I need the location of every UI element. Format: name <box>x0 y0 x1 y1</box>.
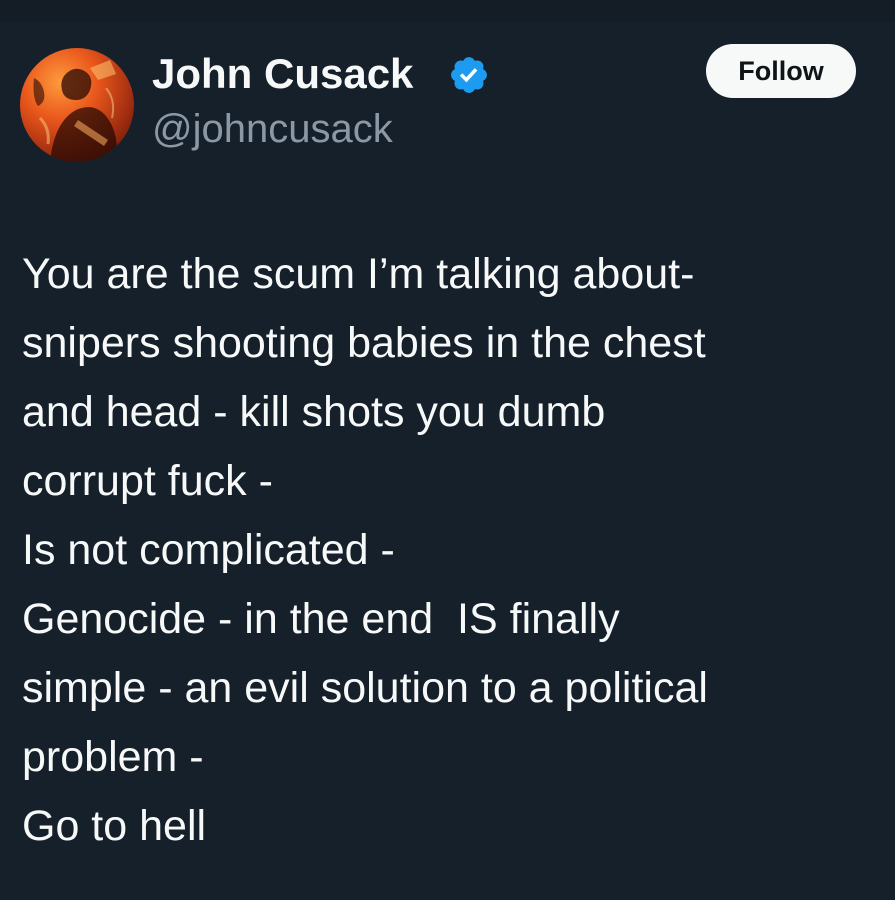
tweet-text-line: simple - an evil solution to a political <box>22 664 708 712</box>
author-avatar[interactable] <box>20 48 134 162</box>
tweet-text-line: Go to hell <box>22 802 207 850</box>
follow-button[interactable]: Follow <box>706 44 856 98</box>
top-bar <box>0 0 895 22</box>
verified-badge-icon <box>451 57 487 93</box>
tweet-text-line: snipers shooting babies in the chest <box>22 319 706 367</box>
tweet-text: You are the scum I’m talking about- snip… <box>22 240 882 861</box>
tweet-text-line: You are the scum I’m talking about- <box>22 250 695 298</box>
author-handle[interactable]: @johncusack <box>152 106 393 152</box>
author-name[interactable]: John Cusack <box>152 50 413 98</box>
tweet-text-line: and head - kill shots you dumb <box>22 388 606 436</box>
tweet-text-line: corrupt fuck - <box>22 457 273 505</box>
profile-avatar-icon <box>33 60 117 162</box>
tweet-text-line: problem - <box>22 733 204 781</box>
tweet-text-line: Genocide - in the end IS finally <box>22 595 620 643</box>
tweet-text-line: Is not complicated - <box>22 526 395 574</box>
tweet-card: John Cusack @johncusack Follow You are t… <box>0 22 895 900</box>
